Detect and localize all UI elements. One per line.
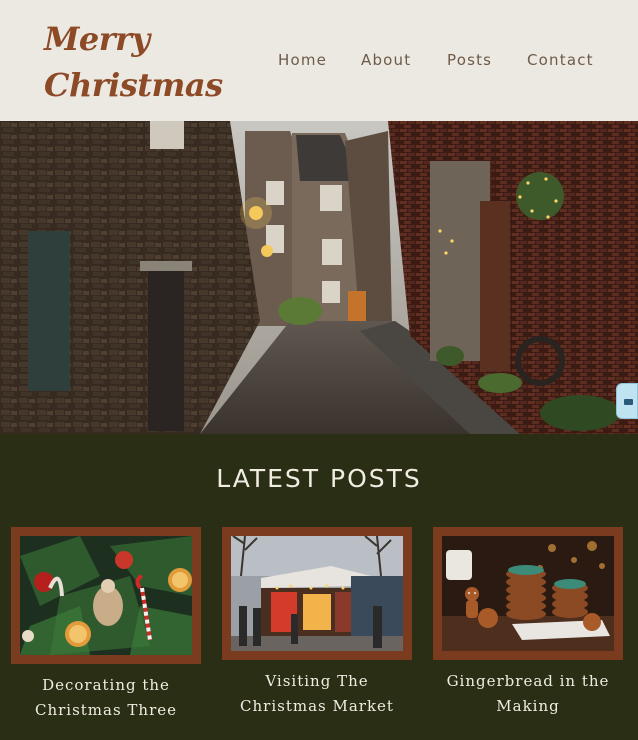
post-title-decorating[interactable]: Decorating the Christmas Three [11, 673, 201, 723]
site-header: Merry Christmas Home About Posts Contact [0, 0, 638, 121]
nav-contact[interactable]: Contact [527, 51, 594, 69]
christmas-tree-ornaments-image [20, 536, 192, 655]
old-town-street-picture [0, 121, 638, 434]
gingerbread-cookies-image [442, 536, 614, 651]
main-nav: Home About Posts Contact [0, 51, 638, 71]
post-title-gingerbread[interactable]: Gingerbread in the Making [433, 669, 623, 719]
post-card-image-frame[interactable] [222, 527, 412, 660]
hero-image [0, 121, 638, 434]
post-card-image-frame[interactable] [11, 527, 201, 664]
post-title-line: Decorating the [42, 676, 170, 694]
post-title-line: Christmas Three [34, 701, 178, 719]
post-title-line: Christmas Market [240, 697, 394, 715]
nav-posts[interactable]: Posts [447, 51, 492, 69]
tab-icon [624, 399, 633, 405]
post-title-line: Gingerbread in the [446, 672, 610, 690]
post-card-image-frame[interactable] [433, 527, 623, 660]
accessibility-tab[interactable] [616, 383, 638, 419]
post-title-line: Making [496, 697, 560, 715]
nav-home[interactable]: Home [278, 51, 327, 69]
post-title-market[interactable]: Visiting The Christmas Market [222, 669, 412, 719]
nav-about[interactable]: About [361, 51, 411, 69]
latest-posts-title: LATEST POSTS [216, 464, 422, 493]
post-title-line: Visiting The [265, 672, 369, 690]
christmas-market-image [231, 536, 403, 651]
